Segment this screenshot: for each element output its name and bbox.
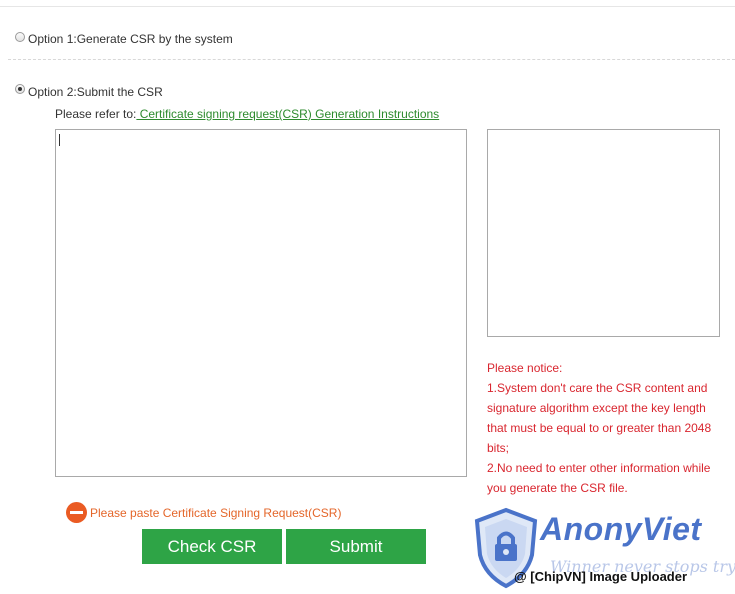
watermark-uploader: @ [ChipVN] Image Uploader [514,569,688,584]
check-csr-button[interactable]: Check CSR [142,529,282,564]
watermark-brand: AnonyViet [540,511,702,547]
options-divider [8,59,735,60]
error-message: Please paste Certificate Signing Request… [90,506,342,520]
submit-button[interactable]: Submit [286,529,426,564]
refer-prefix: Please refer to: [55,107,137,121]
csr-instructions-link[interactable]: Certificate signing request(CSR) Generat… [136,107,439,121]
text-cursor [59,134,60,146]
option2-label[interactable]: Option 2:Submit the CSR [28,85,163,99]
top-divider [0,6,735,7]
notice-line-1: 1.System don't care the CSR content and … [487,381,712,455]
option1-label[interactable]: Option 1:Generate CSR by the system [28,32,233,46]
refer-line: Please refer to: Certificate signing req… [55,107,439,121]
error-minus-icon [66,502,87,523]
csr-textarea[interactable] [55,129,467,477]
csr-info-box [487,129,720,337]
option1-radio[interactable] [15,32,25,42]
watermark: AnonyViet Winner never stops trying @ [C… [470,505,735,594]
option2-radio[interactable] [15,84,25,94]
notice-title: Please notice: [487,361,563,375]
notice-line-2: 2.No need to enter other information whi… [487,461,711,495]
notice-block: Please notice: 1.System don't care the C… [487,358,727,498]
